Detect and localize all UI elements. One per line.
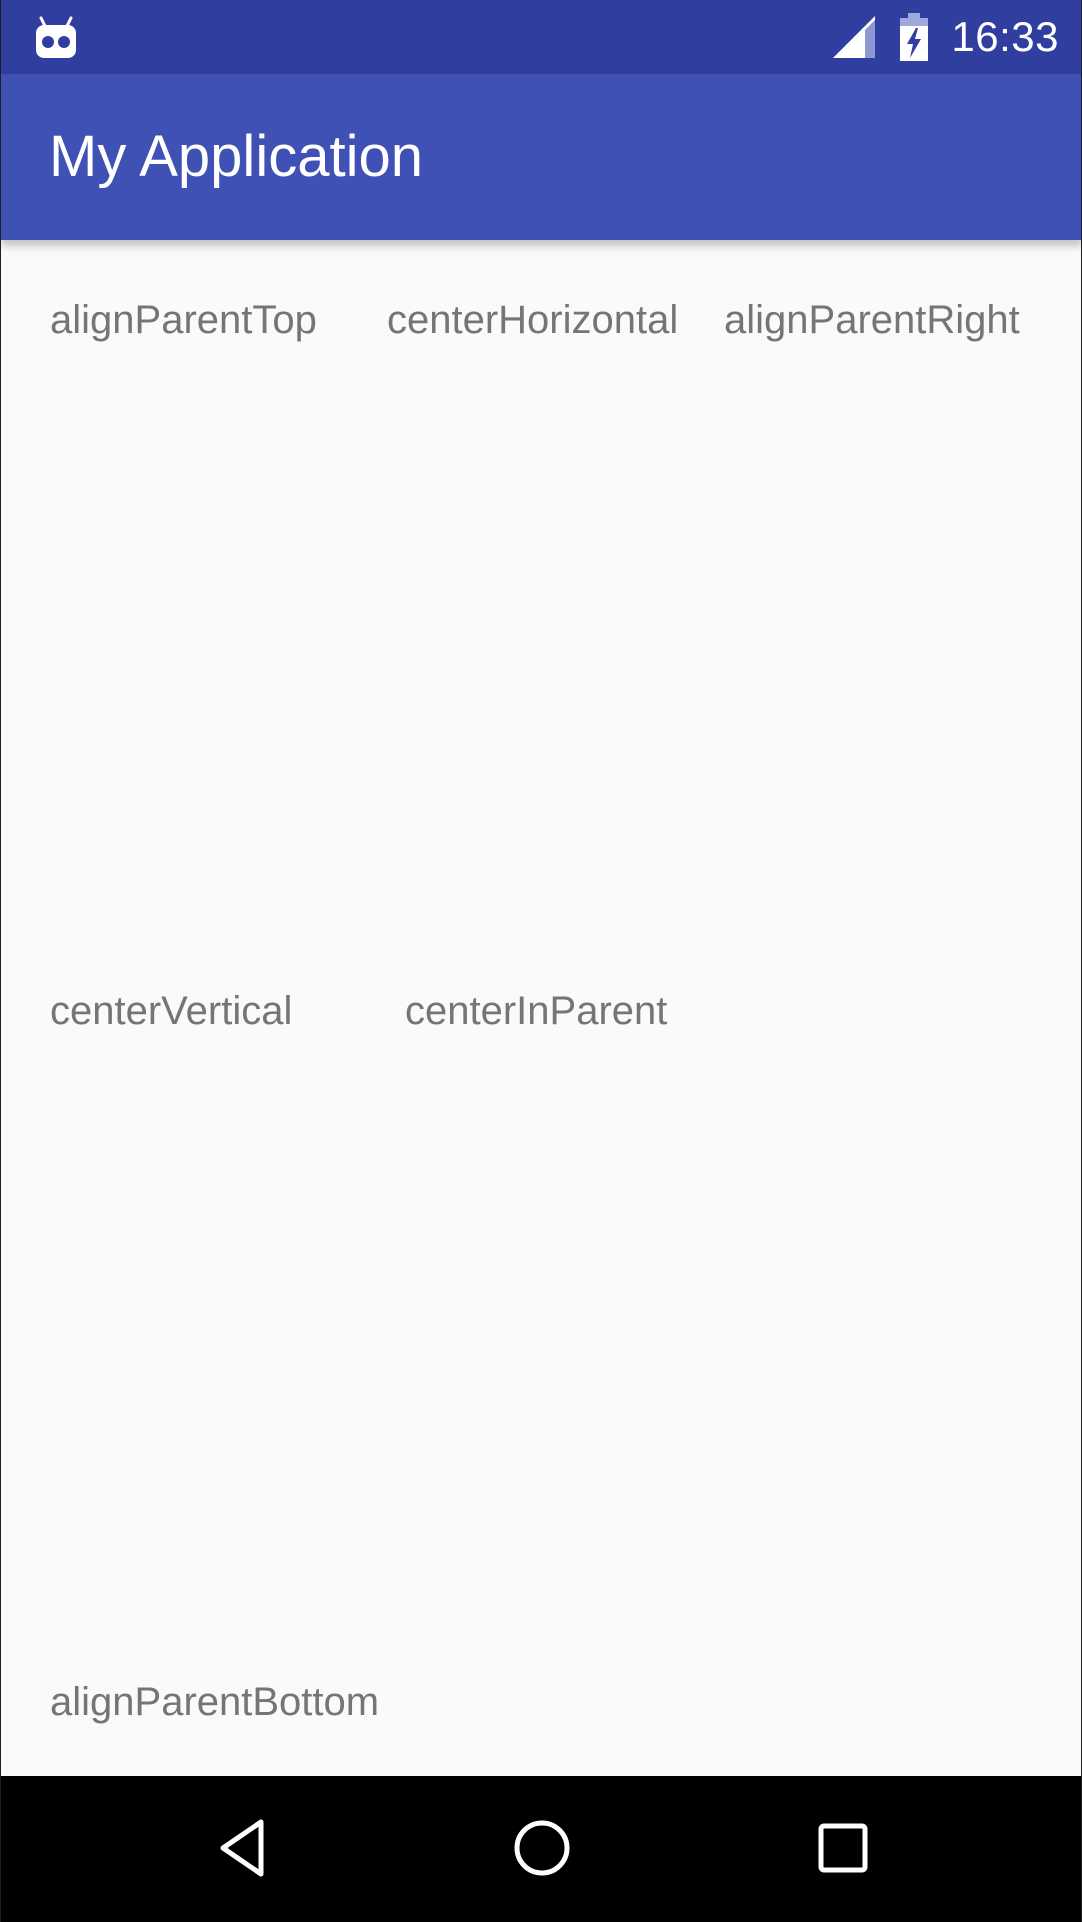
battery-charging-icon — [900, 13, 928, 61]
app-title: My Application — [49, 124, 423, 189]
cell-signal-icon — [833, 16, 875, 58]
android-robot-icon — [36, 16, 76, 58]
label-align-parent-top: alignParentTop — [50, 298, 317, 342]
label-center-horizontal: centerHorizontal — [387, 298, 679, 342]
label-center-in-parent: centerInParent — [405, 989, 668, 1033]
status-clock: 16:33 — [951, 13, 1059, 60]
phone-screen: 16:33 My Application alignParentTop cent… — [0, 0, 1082, 1922]
back-button[interactable] — [201, 1806, 285, 1890]
back-triangle-icon — [220, 1819, 264, 1877]
navigation-bar — [1, 1776, 1081, 1922]
label-center-vertical: centerVertical — [50, 989, 293, 1033]
relative-layout-content: alignParentTop centerHorizontal alignPar… — [1, 240, 1081, 1776]
recents-button[interactable] — [801, 1806, 885, 1890]
label-align-parent-bottom: alignParentBottom — [50, 1680, 380, 1724]
home-circle-icon — [514, 1820, 570, 1876]
status-bar: 16:33 — [1, 0, 1081, 74]
label-align-parent-right: alignParentRight — [724, 298, 1020, 342]
home-button[interactable] — [500, 1806, 584, 1890]
recents-square-icon — [818, 1823, 868, 1873]
app-bar: My Application — [1, 74, 1081, 240]
